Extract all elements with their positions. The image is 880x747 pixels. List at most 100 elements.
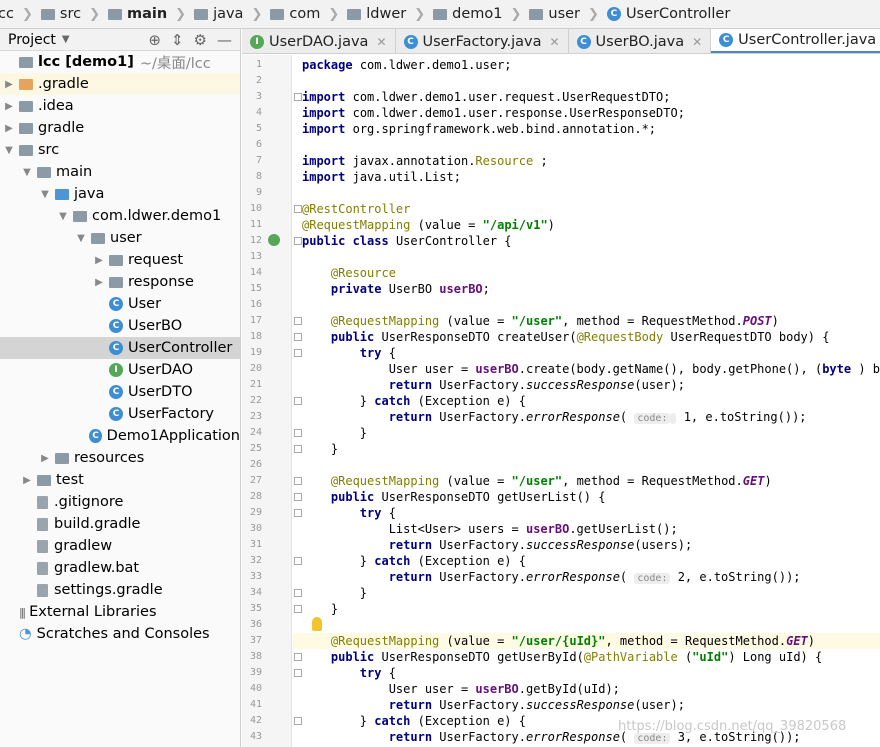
fold-marker[interactable] — [294, 333, 302, 341]
breadcrumb-label: java — [213, 6, 244, 22]
fold-marker[interactable] — [294, 589, 302, 597]
fold-marker[interactable] — [294, 605, 302, 613]
code-token: byte — [822, 362, 852, 376]
spring-bean-icon[interactable] — [268, 234, 280, 246]
breadcrumb-item[interactable]: src — [39, 6, 83, 22]
chevron-down-icon[interactable]: ▼ — [20, 167, 34, 178]
chevron-right-icon[interactable]: ▶ — [92, 255, 106, 266]
tree-item[interactable]: ▶ resources — [0, 447, 240, 469]
chevron-down-icon[interactable]: ▼ — [74, 233, 88, 244]
chevron-down-icon[interactable]: ▼ — [2, 145, 16, 156]
tree-item[interactable]: .gitignore — [0, 491, 240, 513]
tree-item-label: .gitignore — [54, 494, 124, 510]
tree-item[interactable]: gradlew.bat — [0, 557, 240, 579]
tree-item[interactable]: ▶ test — [0, 469, 240, 491]
editor-tab[interactable]: I UserDAO.java ✕ — [242, 29, 396, 53]
tree-item[interactable]: C UserController — [0, 337, 240, 359]
breadcrumb-item[interactable]: demo1 — [431, 6, 504, 22]
fold-marker[interactable] — [294, 93, 302, 101]
fold-marker[interactable] — [294, 717, 302, 725]
fold-marker[interactable] — [294, 445, 302, 453]
tree-item[interactable]: ▶ .idea — [0, 95, 240, 117]
breadcrumb-item[interactable]: C UserController — [605, 6, 732, 22]
fold-marker[interactable] — [294, 349, 302, 357]
fold-marker[interactable] — [294, 397, 302, 405]
fold-marker[interactable] — [294, 205, 302, 213]
class-icon: C — [606, 7, 621, 21]
tree-item[interactable]: C UserFactory — [0, 403, 240, 425]
tree-item[interactable]: ▼ user — [0, 227, 240, 249]
chevron-right-icon[interactable]: ▶ — [2, 79, 16, 90]
editor-tab[interactable]: C UserFactory.java ✕ — [396, 29, 569, 53]
fold-marker[interactable] — [294, 557, 302, 565]
tree-item[interactable]: build.gradle — [0, 513, 240, 535]
code-token: (value = — [446, 474, 512, 488]
chevron-right-icon[interactable]: ▶ — [2, 101, 16, 112]
fold-marker[interactable] — [294, 669, 302, 677]
tree-item[interactable]: ▼ com.ldwer.demo1 — [0, 205, 240, 227]
code-token: errorResponse — [526, 730, 620, 744]
editor-tab[interactable]: CUserController.java✕ — [711, 29, 880, 53]
chevron-right-icon[interactable]: ▶ — [92, 277, 106, 288]
chevron-down-icon[interactable]: ▼ — [38, 189, 52, 200]
lightbulb-icon[interactable] — [312, 617, 322, 631]
chevron-right-icon[interactable]: ▶ — [2, 123, 16, 134]
code-editor[interactable]: 1 2 3 4 5 6 7 8 9 10 11 12 13 14 15 16 17 18 19 20 21 22 23 24 2… — [242, 55, 880, 747]
package-icon — [270, 8, 285, 20]
close-icon[interactable]: ✕ — [549, 35, 559, 49]
breadcrumb-item[interactable]: main — [106, 6, 169, 22]
fold-marker[interactable] — [294, 653, 302, 661]
target-icon[interactable]: ⊕ — [148, 31, 161, 49]
tree-item[interactable]: ||| External Libraries — [0, 601, 240, 623]
line-number: 14 — [249, 267, 262, 278]
tree-item[interactable]: ▼ main — [0, 161, 240, 183]
tree-item[interactable]: ▶ response — [0, 271, 240, 293]
chevron-right-icon[interactable]: ▶ — [38, 453, 52, 464]
tree-item[interactable]: ◔ Scratches and Consoles — [0, 623, 240, 645]
chevron-down-icon[interactable]: ▼ — [56, 211, 70, 222]
tree-item[interactable]: ▼ src — [0, 139, 240, 161]
line-number: 13 — [249, 251, 262, 262]
fold-marker[interactable] — [294, 237, 302, 245]
line-number: 22 — [249, 395, 262, 406]
breadcrumb-item[interactable]: user — [527, 6, 582, 22]
fold-marker[interactable] — [294, 429, 302, 437]
tree-item[interactable]: ▶ request — [0, 249, 240, 271]
tree-item[interactable]: settings.gradle — [0, 579, 240, 601]
collapse-icon[interactable]: ⇕ — [171, 31, 184, 49]
close-icon[interactable]: ✕ — [692, 35, 702, 49]
tree-item[interactable]: gradlew — [0, 535, 240, 557]
breadcrumb-item[interactable]: ldwer — [345, 6, 408, 22]
tree-item[interactable]: C Demo1Application — [0, 425, 240, 447]
line-number: 33 — [249, 571, 262, 582]
tree-item-label: gradlew — [54, 538, 113, 554]
fold-marker[interactable] — [294, 317, 302, 325]
breadcrumb-item[interactable]: java — [192, 6, 245, 22]
tree-item[interactable]: lcc [demo1] ~/桌面/lcc — [0, 51, 240, 73]
project-panel: Project ▼ ⊕ ⇕ ⚙ — lcc [demo1] ~/桌面/lcc ▶ .g… — [0, 29, 241, 747]
tree-item[interactable]: ▶ .gradle — [0, 73, 240, 95]
tree-item[interactable]: C UserBO — [0, 315, 240, 337]
breadcrumb-item[interactable]: com — [268, 6, 322, 22]
line-number: 36 — [249, 619, 262, 630]
dropdown-icon[interactable]: ▼ — [62, 34, 70, 45]
package-icon — [109, 276, 123, 288]
code-token: .getById(uId); — [518, 682, 620, 696]
tree-item[interactable]: ▼ java — [0, 183, 240, 205]
tree-item[interactable]: I UserDAO — [0, 359, 240, 381]
tree-item[interactable]: ▶ gradle — [0, 117, 240, 139]
hide-icon[interactable]: — — [217, 31, 232, 49]
editor-tab[interactable]: C UserBO.java ✕ — [569, 29, 712, 53]
fold-marker[interactable] — [294, 477, 302, 485]
close-icon[interactable]: ✕ — [376, 35, 386, 49]
tree-item[interactable]: C User — [0, 293, 240, 315]
tree-item[interactable]: C UserDTO — [0, 381, 240, 403]
gear-icon[interactable]: ⚙ — [194, 31, 207, 49]
project-header[interactable]: Project ▼ ⊕ ⇕ ⚙ — — [0, 29, 240, 51]
code-token: public class — [302, 234, 389, 248]
fold-marker[interactable] — [294, 509, 302, 517]
chevron-right-icon[interactable]: ▶ — [20, 475, 34, 486]
fold-marker[interactable] — [294, 493, 302, 501]
breadcrumb-item[interactable]: lcc — [0, 6, 16, 22]
